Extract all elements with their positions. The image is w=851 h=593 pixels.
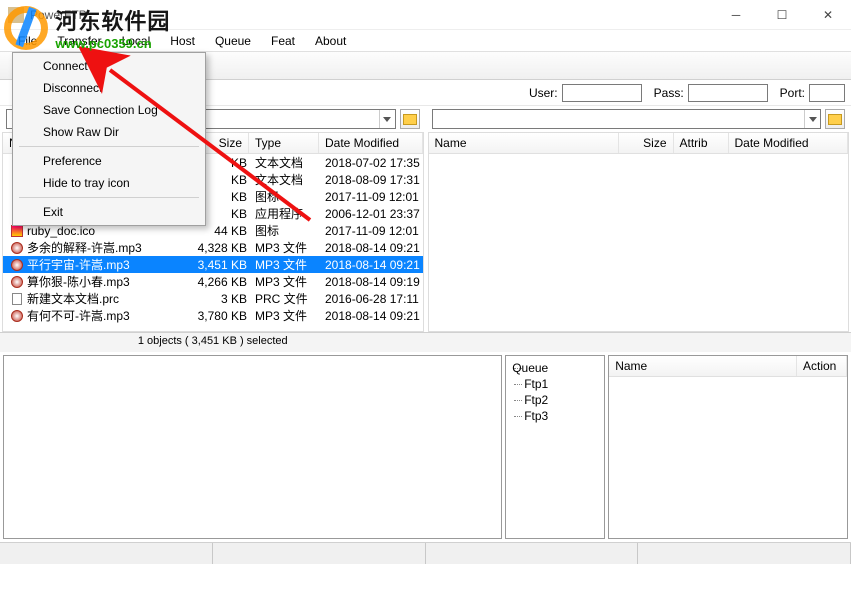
close-button[interactable]: ✕ [805, 0, 851, 30]
port-input[interactable] [809, 84, 845, 102]
col-action[interactable]: Action [797, 356, 847, 376]
window-title: PowerFTP [30, 8, 713, 22]
file-name: 多余的解释-许嵩.mp3 [27, 239, 142, 256]
bottom-zone: Queue Ftp1 Ftp2 Ftp3 Name Action [0, 352, 851, 542]
file-name: 算你狠-陈小春.mp3 [27, 273, 130, 290]
chevron-down-icon [383, 117, 391, 122]
status-seg [213, 543, 426, 564]
user-label: User: [529, 86, 558, 100]
col-date[interactable]: Date Modified [729, 133, 849, 153]
remote-path-combo[interactable] [432, 109, 822, 129]
titlebar: PowerFTP ─ ☐ ✕ [0, 0, 851, 30]
menu-separator [19, 146, 199, 147]
col-attrib[interactable]: Attrib [674, 133, 729, 153]
list-item[interactable]: 有何不可-许嵩.mp33,780 KBMP3 文件2018-08-14 09:2… [3, 307, 423, 324]
menu-item-disconnect[interactable]: Disconnect [15, 77, 203, 99]
status-seg [638, 543, 851, 564]
col-name[interactable]: Name [609, 356, 797, 376]
status-seg [426, 543, 639, 564]
status-row: 1 objects ( 3,451 KB ) selected [0, 332, 851, 352]
file-dropdown: Connect Disconnect Save Connection Log S… [12, 52, 206, 226]
remote-browse-button[interactable] [825, 109, 845, 129]
port-label: Port: [780, 86, 805, 100]
queue-tree[interactable]: Queue Ftp1 Ftp2 Ftp3 [505, 355, 605, 539]
list-item[interactable]: 多余的解释-许嵩.mp34,328 KBMP3 文件2018-08-14 09:… [3, 239, 423, 256]
menu-item-save-log[interactable]: Save Connection Log [15, 99, 203, 121]
menu-item-hide-tray[interactable]: Hide to tray icon [15, 172, 203, 194]
app-icon [8, 7, 24, 23]
remote-file-pane: Name Size Attrib Date Modified [428, 132, 850, 332]
audio-icon [9, 309, 25, 323]
maximize-button[interactable]: ☐ [759, 0, 805, 30]
remote-header: Name Size Attrib Date Modified [429, 133, 849, 154]
menu-local[interactable]: Local [112, 32, 161, 50]
remote-rows[interactable] [429, 154, 849, 331]
menu-queue[interactable]: Queue [205, 32, 261, 50]
local-browse-button[interactable] [400, 109, 420, 129]
menu-host[interactable]: Host [160, 32, 205, 50]
file-name: 有何不可-许嵩.mp3 [27, 307, 130, 324]
menu-separator [19, 197, 199, 198]
file-name: 新建文本文档.prc [27, 290, 119, 307]
footer-status [0, 542, 851, 564]
pass-label: Pass: [654, 86, 684, 100]
menu-item-exit[interactable]: Exit [15, 201, 203, 223]
tree-node[interactable]: Ftp3 [510, 408, 600, 424]
menu-file[interactable]: File [8, 32, 47, 50]
audio-icon [9, 275, 25, 289]
tree-node[interactable]: Ftp2 [510, 392, 600, 408]
menubar: File Transfer Local Host Queue Feat Abou… [0, 30, 851, 52]
menu-transfer[interactable]: Transfer [47, 32, 111, 50]
local-status: 1 objects ( 3,451 KB ) selected [0, 332, 426, 352]
status-seg [0, 543, 213, 564]
menu-item-preference[interactable]: Preference [15, 150, 203, 172]
remote-path-area [426, 106, 851, 132]
minimize-button[interactable]: ─ [713, 0, 759, 30]
document-icon [9, 292, 25, 306]
audio-icon [9, 258, 25, 272]
list-item[interactable]: 平行宇宙-许嵩.mp33,451 KBMP3 文件2018-08-14 09:2… [3, 256, 423, 273]
menu-feat[interactable]: Feat [261, 32, 305, 50]
col-size[interactable]: Size [619, 133, 674, 153]
queue-list-pane[interactable]: Name Action [608, 355, 848, 539]
queue-header: Name Action [609, 356, 847, 377]
menu-item-show-raw-dir[interactable]: Show Raw Dir [15, 121, 203, 143]
menu-item-connect[interactable]: Connect [15, 55, 203, 77]
col-date[interactable]: Date Modified [319, 133, 423, 153]
audio-icon [9, 241, 25, 255]
folder-icon [403, 114, 417, 125]
col-name[interactable]: Name [429, 133, 619, 153]
user-input[interactable] [562, 84, 642, 102]
remote-status [426, 332, 851, 352]
pass-input[interactable] [688, 84, 768, 102]
col-type[interactable]: Type [249, 133, 319, 153]
tree-root[interactable]: Queue [510, 360, 600, 376]
menu-about[interactable]: About [305, 32, 356, 50]
chevron-down-icon [809, 117, 817, 122]
folder-icon [828, 114, 842, 125]
log-pane[interactable] [3, 355, 502, 539]
tree-node[interactable]: Ftp1 [510, 376, 600, 392]
file-name: 平行宇宙-许嵩.mp3 [27, 256, 130, 273]
list-item[interactable]: 算你狠-陈小春.mp34,266 KBMP3 文件2018-08-14 09:1… [3, 273, 423, 290]
list-item[interactable]: 新建文本文档.prc3 KBPRC 文件2016-06-28 17:11 [3, 290, 423, 307]
